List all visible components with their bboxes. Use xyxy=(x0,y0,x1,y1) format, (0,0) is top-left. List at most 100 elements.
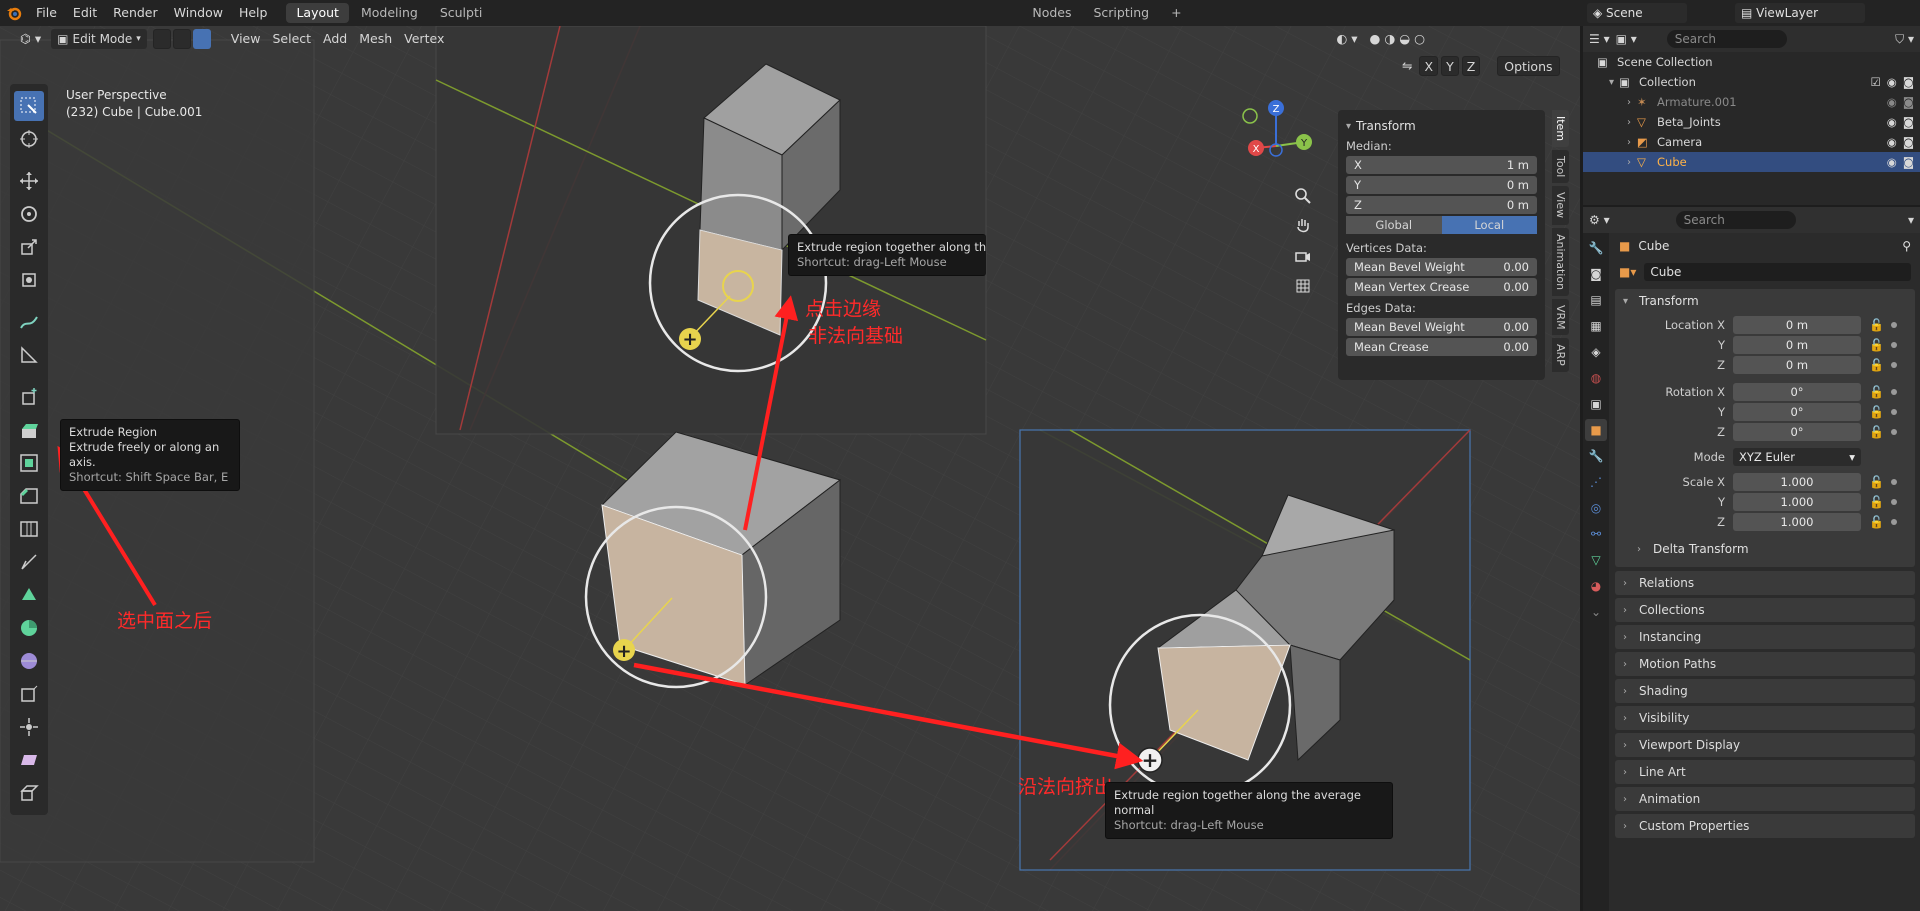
object-name-field[interactable]: Cube xyxy=(1644,263,1911,281)
delta-transform-header[interactable]: › Delta Transform xyxy=(1615,537,1915,561)
camera-render-icon[interactable]: ◙ xyxy=(1903,75,1914,89)
output-tab-icon[interactable]: ▤ xyxy=(1585,289,1607,311)
world-tab-icon[interactable]: ◍ xyxy=(1585,367,1607,389)
relations-panel[interactable]: › Relations xyxy=(1615,571,1915,595)
lock-icon[interactable]: 🔓 xyxy=(1869,338,1884,352)
local-toggle[interactable]: Local xyxy=(1441,216,1537,234)
tab-animation[interactable]: Animation xyxy=(1552,227,1569,296)
blender-logo-icon[interactable] xyxy=(6,5,22,21)
display-mode-icon[interactable]: ▣ ▾ xyxy=(1616,32,1637,46)
pan-hand-icon[interactable] xyxy=(1290,213,1316,239)
modifier-tab-icon[interactable]: 🔧 xyxy=(1585,445,1607,467)
shading-panel[interactable]: › Shading xyxy=(1615,679,1915,703)
menu-render[interactable]: Render xyxy=(105,0,166,26)
camera-render-icon[interactable]: ◙ xyxy=(1903,115,1914,129)
mirror-icon[interactable]: ⇋ xyxy=(1398,56,1416,76)
material-tab-icon[interactable]: ◕ xyxy=(1585,575,1607,597)
outliner-item-camera[interactable]: › ◩ Camera ◉ ◙ xyxy=(1583,132,1920,152)
bevel-tool[interactable] xyxy=(14,481,44,511)
lock-icon[interactable]: 🔓 xyxy=(1869,515,1884,529)
properties-editor-icon[interactable]: ⚙ ▾ xyxy=(1589,213,1610,227)
data-tab-icon[interactable]: ▽ xyxy=(1585,549,1607,571)
transform-panel-header[interactable]: ▾ Transform xyxy=(1615,289,1915,313)
outliner-item-armature[interactable]: › ✶ Armature.001 ◉ ◙ xyxy=(1583,92,1920,112)
options-dropdown[interactable]: Options xyxy=(1497,56,1560,76)
scale-x-field[interactable]: 1.000 xyxy=(1733,472,1861,491)
scale-tool[interactable] xyxy=(14,232,44,262)
zoom-icon[interactable] xyxy=(1290,183,1316,209)
collections-panel[interactable]: › Collections xyxy=(1615,598,1915,622)
lock-icon[interactable]: 🔓 xyxy=(1869,318,1884,332)
menu-file[interactable]: File xyxy=(28,0,65,26)
edge-slide-tool[interactable] xyxy=(14,679,44,709)
menu-mesh[interactable]: Mesh xyxy=(353,29,398,49)
rotate-tool[interactable] xyxy=(14,199,44,229)
eye-icon[interactable]: ◉ xyxy=(1887,95,1897,109)
menu-add[interactable]: Add xyxy=(317,29,353,49)
ortho-grid-icon[interactable] xyxy=(1290,273,1316,299)
location-z-field[interactable]: 0 m xyxy=(1733,355,1861,374)
keyframe-dot-icon[interactable] xyxy=(1891,361,1897,368)
eye-icon[interactable]: ◉ xyxy=(1887,75,1897,89)
rip-region-tool[interactable] xyxy=(14,778,44,808)
eye-icon[interactable]: ◉ xyxy=(1887,155,1897,169)
edge-bevel-weight-field[interactable]: Mean Bevel Weight 0.00 xyxy=(1346,318,1537,336)
properties-search[interactable]: Search xyxy=(1675,211,1796,229)
keyframe-dot-icon[interactable] xyxy=(1891,408,1897,415)
tab-vrm[interactable]: VRM xyxy=(1552,298,1569,336)
view-layer-tab-icon[interactable]: ▦ xyxy=(1585,315,1607,337)
custom-properties-panel[interactable]: › Custom Properties xyxy=(1615,814,1915,838)
menu-vertex[interactable]: Vertex xyxy=(398,29,450,49)
poly-build-tool[interactable] xyxy=(14,580,44,610)
visibility-panel[interactable]: › Visibility xyxy=(1615,706,1915,730)
pin-icon[interactable]: ⚲ xyxy=(1902,239,1911,253)
constraints-tab-icon[interactable]: ⚯ xyxy=(1585,523,1607,545)
chevron-down-icon[interactable]: ▾ xyxy=(1908,213,1914,227)
tab-tool[interactable]: Tool xyxy=(1552,150,1569,184)
tab-arp[interactable]: ARP xyxy=(1552,338,1569,373)
extrude-region-tool[interactable] xyxy=(14,415,44,445)
eye-icon[interactable]: ◉ xyxy=(1887,115,1897,129)
object-tab-icon[interactable]: ■ xyxy=(1585,419,1607,441)
mean-crease-field[interactable]: Mean Crease 0.00 xyxy=(1346,338,1537,356)
camera-render-icon[interactable]: ◙ xyxy=(1903,155,1914,169)
workspace-tab-sculpting[interactable]: Sculpti xyxy=(430,3,493,23)
rotation-x-field[interactable]: 0° xyxy=(1733,382,1861,401)
lock-icon[interactable]: 🔓 xyxy=(1869,358,1884,372)
camera-render-icon[interactable]: ◙ xyxy=(1903,135,1914,149)
menu-view[interactable]: View xyxy=(225,29,267,49)
workspace-tab-nodes[interactable]: Nodes xyxy=(1022,3,1081,23)
median-x-field[interactable]: X1 m xyxy=(1346,156,1537,174)
filter-icon[interactable]: ⛉ ▾ xyxy=(1895,32,1914,47)
lock-icon[interactable]: 🔓 xyxy=(1869,405,1884,419)
add-cube-tool[interactable] xyxy=(14,382,44,412)
loop-cut-tool[interactable] xyxy=(14,514,44,544)
rotation-mode-dropdown[interactable]: XYZ Euler ▾ xyxy=(1733,447,1861,466)
workspace-tab-modeling[interactable]: Modeling xyxy=(351,3,428,23)
transform-tool[interactable] xyxy=(14,265,44,295)
checkbox-icon[interactable]: ☑ xyxy=(1870,75,1880,89)
scale-y-field[interactable]: 1.000 xyxy=(1733,492,1861,511)
location-y-field[interactable]: 0 m xyxy=(1733,335,1861,354)
object-type-icon[interactable]: ■▾ xyxy=(1619,265,1636,279)
outliner-editor-icon[interactable]: ☰ ▾ xyxy=(1589,32,1610,46)
camera-render-icon[interactable]: ◙ xyxy=(1903,95,1914,109)
vertex-select-icon[interactable] xyxy=(152,29,171,49)
menu-select[interactable]: Select xyxy=(266,29,317,49)
select-box-tool[interactable] xyxy=(14,91,44,121)
line-art-panel[interactable]: › Line Art xyxy=(1615,760,1915,784)
mode-dropdown[interactable]: ▣ Edit Mode ▾ xyxy=(51,29,147,49)
scene-selector[interactable]: ◈ Scene xyxy=(1587,3,1687,23)
edge-select-icon[interactable] xyxy=(172,29,191,49)
mean-bevel-weight-field[interactable]: Mean Bevel Weight 0.00 xyxy=(1346,258,1537,276)
motion-paths-panel[interactable]: › Motion Paths xyxy=(1615,652,1915,676)
render-tab-icon[interactable]: ◙ xyxy=(1585,263,1607,285)
workspace-tab-layout[interactable]: Layout xyxy=(286,3,349,23)
scene-tab-icon[interactable]: ◈ xyxy=(1585,341,1607,363)
collection-tab-icon[interactable]: ▣ xyxy=(1585,393,1607,415)
keyframe-dot-icon[interactable] xyxy=(1891,341,1897,348)
camera-view-icon[interactable] xyxy=(1290,243,1316,269)
mirror-x-toggle[interactable]: X xyxy=(1419,56,1439,76)
shear-tool[interactable] xyxy=(14,745,44,775)
lock-icon[interactable]: 🔓 xyxy=(1869,475,1884,489)
